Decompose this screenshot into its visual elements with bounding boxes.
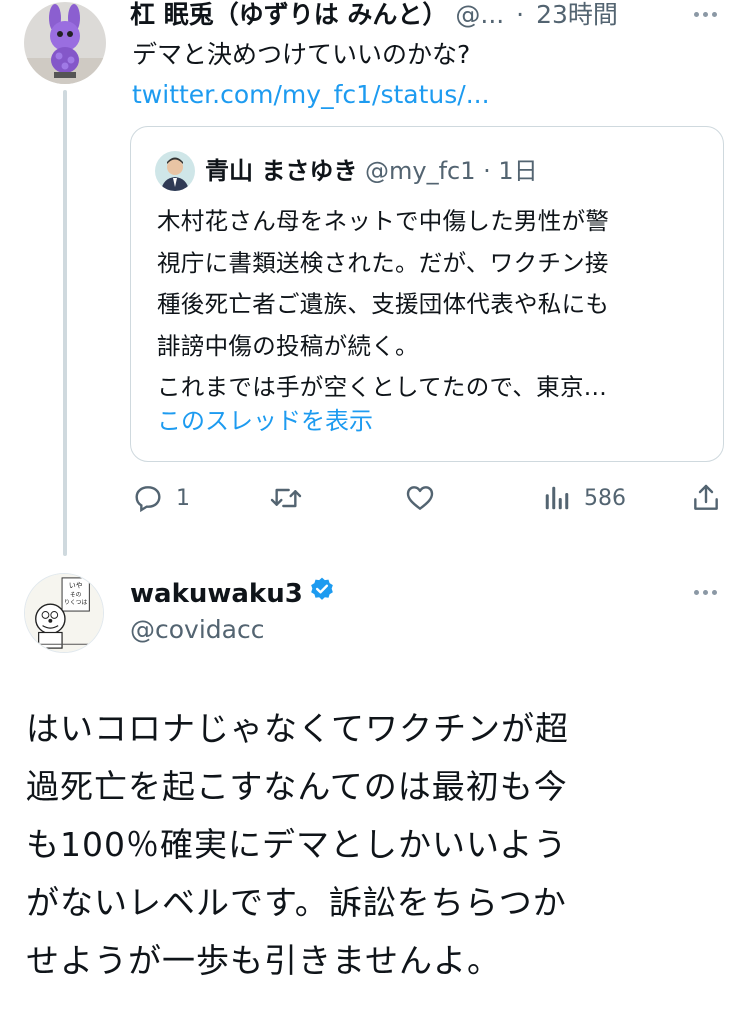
tweet-text: はいコロナじゃなくてワクチンが超 過死亡を起こすなんてのは最初も今 も100％確… <box>26 700 726 990</box>
more-options-icon[interactable] <box>694 590 717 595</box>
retweet-icon <box>268 482 304 514</box>
tweet-text-line: 過死亡を起こすなんてのは最初も今 <box>26 767 568 806</box>
tweet-text-line: せようが一歩も引きませんよ。 <box>26 941 502 980</box>
quoted-text-line: 種後死亡者ご遺族、支援団体代表や私にも <box>157 290 610 318</box>
reply-count: 1 <box>176 485 190 511</box>
share-button[interactable] <box>690 478 722 518</box>
tweet-text-line: がないレベルです。訴訟をちらつか <box>26 883 567 922</box>
reply-icon <box>132 482 164 514</box>
analytics-icon <box>542 483 572 513</box>
view-count: 586 <box>584 485 626 511</box>
more-options-icon[interactable] <box>694 12 717 17</box>
svg-text:その: その <box>70 591 82 598</box>
tweet-link[interactable]: twitter.com/my_fc1/status/... <box>132 78 490 112</box>
author-handle[interactable]: @... <box>455 0 504 29</box>
svg-text:いや: いや <box>69 582 83 590</box>
show-thread-link[interactable]: このスレッドを表示 <box>157 403 373 439</box>
avatar[interactable] <box>24 2 106 84</box>
separator-dot: · <box>516 0 525 29</box>
views-button[interactable]: 586 <box>542 478 626 518</box>
author-name[interactable]: wakuwaku3 <box>130 577 303 611</box>
separator-dot: · <box>483 157 491 185</box>
retweet-button[interactable] <box>268 478 316 518</box>
share-icon <box>690 482 722 514</box>
tweet-header: 杠 眠兎（ゆずりは みんと） @... · 23時間 <box>130 0 730 34</box>
quoted-tweet-header: 青山 まさゆき @my_fc1 · 1日 <box>205 153 538 189</box>
timestamp[interactable]: 23時間 <box>536 0 618 29</box>
thread-connector-line <box>63 90 67 556</box>
tweet-text: デマと決めつけていいのかな? <box>132 40 471 69</box>
quoted-timestamp: 1日 <box>498 157 538 185</box>
quoted-author-handle: @my_fc1 <box>365 157 476 185</box>
like-button[interactable] <box>404 478 448 518</box>
tweet-text-line: はいコロナじゃなくてワクチンが超 <box>26 709 570 748</box>
author-handle[interactable]: @covidacc <box>130 614 264 646</box>
quoted-text-line: 誹謗中傷の投稿が続く。 <box>157 331 419 360</box>
reply-button[interactable]: 1 <box>132 478 190 518</box>
quoted-text-line: 木村花さん母をネットで中傷した男性が警 <box>157 207 610 235</box>
tweet-author-row: wakuwaku3 <box>130 576 335 611</box>
verified-badge-icon <box>309 576 335 611</box>
quoted-author-avatar <box>155 151 195 191</box>
svg-text:りくつは: りくつは <box>64 599 88 606</box>
quoted-author-name: 青山 まさゆき <box>205 157 358 185</box>
avatar[interactable]: いや その りくつは <box>24 573 104 653</box>
quoted-tweet-text: 木村花さん母をネットで中傷した男性が警 視庁に書類送検された。だが、ワクチン接 … <box>157 201 705 409</box>
quoted-tweet-card[interactable]: 青山 まさゆき @my_fc1 · 1日 木村花さん母をネットで中傷した男性が警… <box>130 126 724 462</box>
quoted-text-line: 視庁に書類送検された。だが、ワクチン接 <box>157 248 609 277</box>
tweet-text-line: も100％確実にデマとしかいいよう <box>26 825 568 864</box>
heart-icon <box>404 482 436 514</box>
author-name[interactable]: 杠 眠兎（ゆずりは みんと） <box>130 0 447 29</box>
